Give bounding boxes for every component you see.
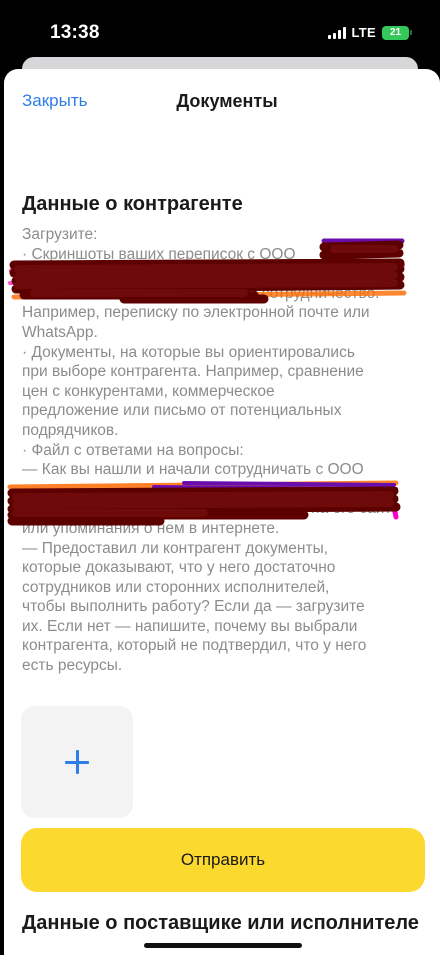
description-line: — Как вы нашли и начали сотрудничать с О… [22,461,364,479]
sheet-header: Закрыть Документы [4,69,440,139]
description-line: где вы обсуждали сотрудничество. [128,284,380,302]
description-line [22,264,426,284]
description-line: их. Если нет — напишите, почему вы выбра… [22,617,358,635]
home-indicator[interactable] [144,943,302,948]
documents-sheet: Закрыть Документы Данные о контрагенте З… [4,69,440,955]
description-line: · Скриншоты ваших переписок с ООО [22,245,296,263]
description-line: Например, переписку по электронной почте… [22,304,370,322]
description-line: · Файл с ответами на вопросы: [22,441,244,459]
submit-button[interactable]: Отправить [21,828,425,892]
description-line: — Предоставил ли контрагент документы, [22,539,329,557]
description-line [22,480,426,500]
plus-icon [65,750,89,774]
status-indicators: LTE 21 [327,25,412,40]
battery-icon: 21 [382,25,412,40]
section-title: Данные о контрагенте [22,193,243,215]
description-line: цен с конкурентами, коммерческое [22,382,275,400]
description-line: WhatsApp. [22,323,98,341]
description-line: ? Добавьте ссылку на его сайт [172,500,392,518]
description-line: Загрузите: [22,226,98,243]
description-line: предложение или письмо от потенциальных [22,402,342,420]
network-type: LTE [351,25,376,40]
signal-icon [327,26,346,39]
section-description: Загрузите: · Скриншоты ваших переписок с… [22,225,426,676]
add-file-button[interactable] [21,706,133,818]
description-line: при выборе контрагента. Например, сравне… [22,363,364,381]
status-bar: 13:38 LTE 21 [0,0,440,62]
page-title: Документы [176,91,278,111]
description-line: сотрудников или сторонних исполнителей, [22,578,330,596]
status-time: 13:38 [50,22,100,43]
description-line: которые доказывают, что у него достаточн… [22,559,336,577]
next-section-title: Данные о поставщике или исполнителе [22,912,419,934]
battery-level: 21 [382,25,409,40]
description-line: чтобы выполнить работу? Если да — загруз… [22,598,365,616]
description-line: есть ресурсы. [22,657,123,675]
description-line: контрагента, который не подтвердил, что … [22,637,367,655]
description-line: подрядчиков. [22,421,119,439]
description-line: · Документы, на которые вы ориентировали… [22,343,355,361]
description-line: или упоминания о нем в интернете. [22,519,280,537]
